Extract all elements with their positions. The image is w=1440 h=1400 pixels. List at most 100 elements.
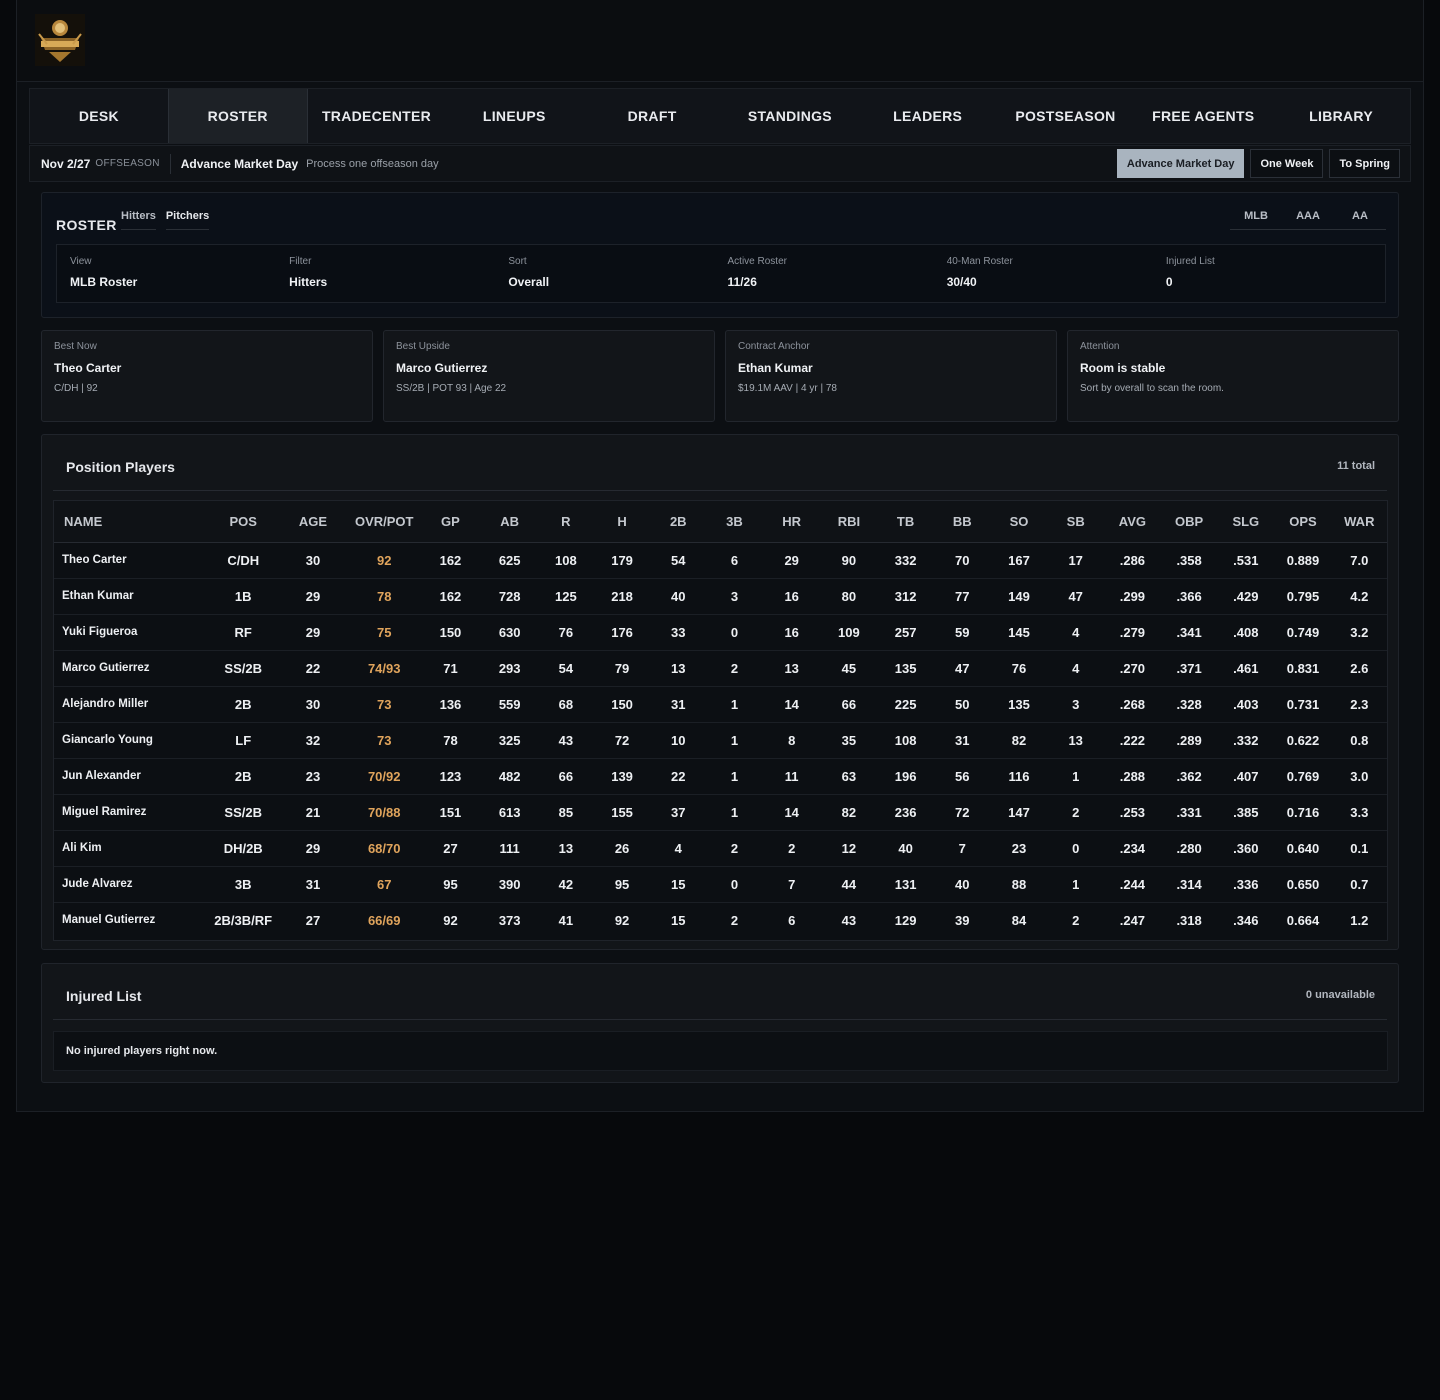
table-row[interactable]: Jude Alvarez 3B 31 67 95 390 42 95 15 0 7 44 131 40 88…	[54, 866, 1387, 903]
cell-tb: 225	[876, 686, 935, 723]
summary-label: Sort	[508, 256, 527, 267]
tab-draft[interactable]: DRAFT	[583, 89, 721, 143]
cell-gp: 162	[419, 578, 482, 615]
cell-ab: 728	[481, 578, 538, 615]
card-detail: SS/2B | POT 93 | Age 22	[396, 383, 507, 394]
table-row[interactable]: Miguel Ramirez SS/2B 21 70/88 151 613 85 155 37 1…	[54, 794, 1387, 831]
cell-ovr-pot: 74/93	[349, 650, 420, 687]
cell-sb: 2	[1072, 912, 1080, 928]
column-header-pos[interactable]: POS	[209, 501, 277, 543]
tab-library[interactable]: LIBRARY	[1272, 89, 1410, 143]
level-tab-aa[interactable]: AA	[1334, 210, 1386, 230]
card-best-upside[interactable]: Best Upside Marco Gutierrez SS/2B | POT 93…	[383, 330, 715, 422]
summary-value: MLB Roster	[70, 275, 138, 289]
column-header-ovr-pot[interactable]: OVR/POT	[349, 501, 420, 543]
cell-avg: .222	[1103, 722, 1161, 759]
player-name[interactable]: Yuki Figueroa	[54, 614, 210, 651]
column-header-tb[interactable]: TB	[876, 501, 935, 543]
tab-roster[interactable]: ROSTER	[167, 89, 308, 143]
card-contract-anchor[interactable]: Contract Anchor Ethan Kumar $19.1M AAV | 4…	[725, 330, 1057, 422]
table-row[interactable]: Ali Kim DH/2B 29 68/70 27 111 13 26 4 2 2 12 40 7 23 0.…	[54, 830, 1387, 867]
column-header-so[interactable]: SO	[990, 501, 1048, 543]
advance-market-day-button[interactable]: Advance Market Day	[1116, 149, 1245, 178]
table-row[interactable]: Yuki Figueroa RF 29 75 150 630 76 176 33 0 16 109 25…	[54, 614, 1387, 651]
cell-bb: 70	[934, 542, 991, 579]
team-logo-icon[interactable]	[35, 14, 85, 66]
cell-pos: 1B	[209, 578, 277, 615]
table-row[interactable]: Jun Alexander 2B 23 70/92 123 482 66 139 22 1 11 63…	[54, 758, 1387, 795]
cell-so: 82	[990, 722, 1048, 759]
card-name: Room is stable	[1080, 361, 1166, 375]
table-row[interactable]: Giancarlo Young LF 32 73 78 325 43 72 10 1 8 35 108 3…	[54, 722, 1387, 759]
cell-2b: 54	[650, 542, 707, 579]
tab-hitters[interactable]: Hitters	[121, 210, 156, 230]
cell-pos: SS/2B	[209, 794, 277, 831]
column-header-hr[interactable]: HR	[762, 501, 821, 543]
column-header-sb[interactable]: SB	[1047, 501, 1104, 543]
table-row[interactable]: Theo Carter C/DH 30 92 162 625 108 179 54 6 29 90 33…	[54, 542, 1387, 579]
player-name[interactable]: Ethan Kumar	[54, 578, 210, 615]
one-week-button[interactable]: One Week	[1250, 149, 1324, 178]
player-name[interactable]: Ali Kim	[54, 830, 210, 867]
column-header-2b[interactable]: 2B	[650, 501, 707, 543]
column-header-h[interactable]: H	[593, 501, 651, 543]
table-row[interactable]: Marco Gutierrez SS/2B 22 74/93 71 293 54 79 13 2 1…	[54, 650, 1387, 687]
column-header-r[interactable]: R	[537, 501, 594, 543]
to-spring-button[interactable]: To Spring	[1329, 149, 1400, 178]
cell-sb: 0	[1047, 830, 1104, 867]
column-header-obp[interactable]: OBP	[1161, 501, 1218, 543]
column-header-war[interactable]: WAR	[1331, 501, 1387, 543]
column-header-name[interactable]: NAME	[54, 501, 210, 543]
tab-lineups[interactable]: LINEUPS	[445, 89, 583, 143]
player-name[interactable]: Jude Alvarez	[54, 866, 210, 903]
cell-h: 95	[593, 866, 651, 903]
tab-standings[interactable]: STANDINGS	[721, 89, 859, 143]
player-name[interactable]: Theo Carter	[54, 542, 210, 579]
cell-age: 29	[276, 830, 350, 867]
player-name[interactable]: Giancarlo Young	[54, 722, 210, 759]
cell-so: 116	[990, 758, 1048, 795]
column-header-3b[interactable]: 3B	[706, 501, 763, 543]
cell-rbi: 66	[820, 686, 877, 723]
column-header-slg[interactable]: SLG	[1217, 501, 1275, 543]
tab-free-agents[interactable]: FREE AGENTS	[1134, 89, 1272, 143]
player-name[interactable]: Alejandro Miller	[54, 686, 210, 723]
player-name[interactable]: Miguel Ramirez	[54, 794, 210, 831]
cell-pos: RF	[209, 614, 277, 651]
level-tab-mlb[interactable]: MLB	[1230, 210, 1282, 230]
cell-obp: .280	[1161, 830, 1218, 867]
card-attention[interactable]: Attention Room is stable Sort by overall t…	[1067, 330, 1399, 422]
tab-postseason[interactable]: POSTSEASON	[997, 89, 1135, 143]
level-tab-aaa[interactable]: AAA	[1282, 210, 1334, 230]
column-header-ops[interactable]: OPS	[1274, 501, 1332, 543]
table-row[interactable]: Manuel Gutierrez 2B/3B/RF 27 66/69 92 373 41 92…	[54, 902, 1387, 938]
table-row[interactable]: Ethan Kumar 1B 29 78 162 728 125 218 40 3 16 80 312 7…	[54, 578, 1387, 615]
tab-tradecenter[interactable]: TRADECENTER	[308, 89, 446, 143]
card-best-now[interactable]: Best Now Theo Carter C/DH | 92	[41, 330, 373, 422]
cell-ops: 0.622	[1274, 722, 1332, 759]
player-name[interactable]: Manuel Gutierrez	[54, 902, 210, 938]
cell-obp: .328	[1161, 686, 1218, 723]
cell-avg: .299	[1103, 578, 1161, 615]
cell-rbi: 80	[820, 578, 877, 615]
player-name[interactable]: Jun Alexander	[54, 758, 210, 795]
cell-gp: 95	[419, 866, 482, 903]
column-header-avg[interactable]: AVG	[1103, 501, 1161, 543]
cell-r: 54	[537, 650, 594, 687]
column-header-gp[interactable]: GP	[419, 501, 482, 543]
table-row[interactable]: Alejandro Miller 2B 30 73 136 559 68 150 31 1 14 66…	[54, 686, 1387, 723]
cell-ab: 390	[481, 866, 538, 903]
cell-sb: 2	[1047, 794, 1104, 831]
column-header-ab[interactable]: AB	[481, 501, 538, 543]
tab-pitchers[interactable]: Pitchers	[165, 210, 210, 230]
cell-h: 26	[593, 830, 651, 867]
column-header-rbi[interactable]: RBI	[820, 501, 877, 543]
column-header-age[interactable]: AGE	[276, 501, 350, 543]
cell-h: 155	[593, 794, 651, 831]
tab-leaders[interactable]: LEADERS	[859, 89, 997, 143]
cell-age: 29	[276, 614, 350, 651]
player-name[interactable]: Marco Gutierrez	[54, 650, 210, 687]
column-header-bb[interactable]: BB	[934, 501, 991, 543]
card-label: Best Upside	[396, 341, 450, 352]
tab-desk[interactable]: DESK	[30, 89, 168, 143]
